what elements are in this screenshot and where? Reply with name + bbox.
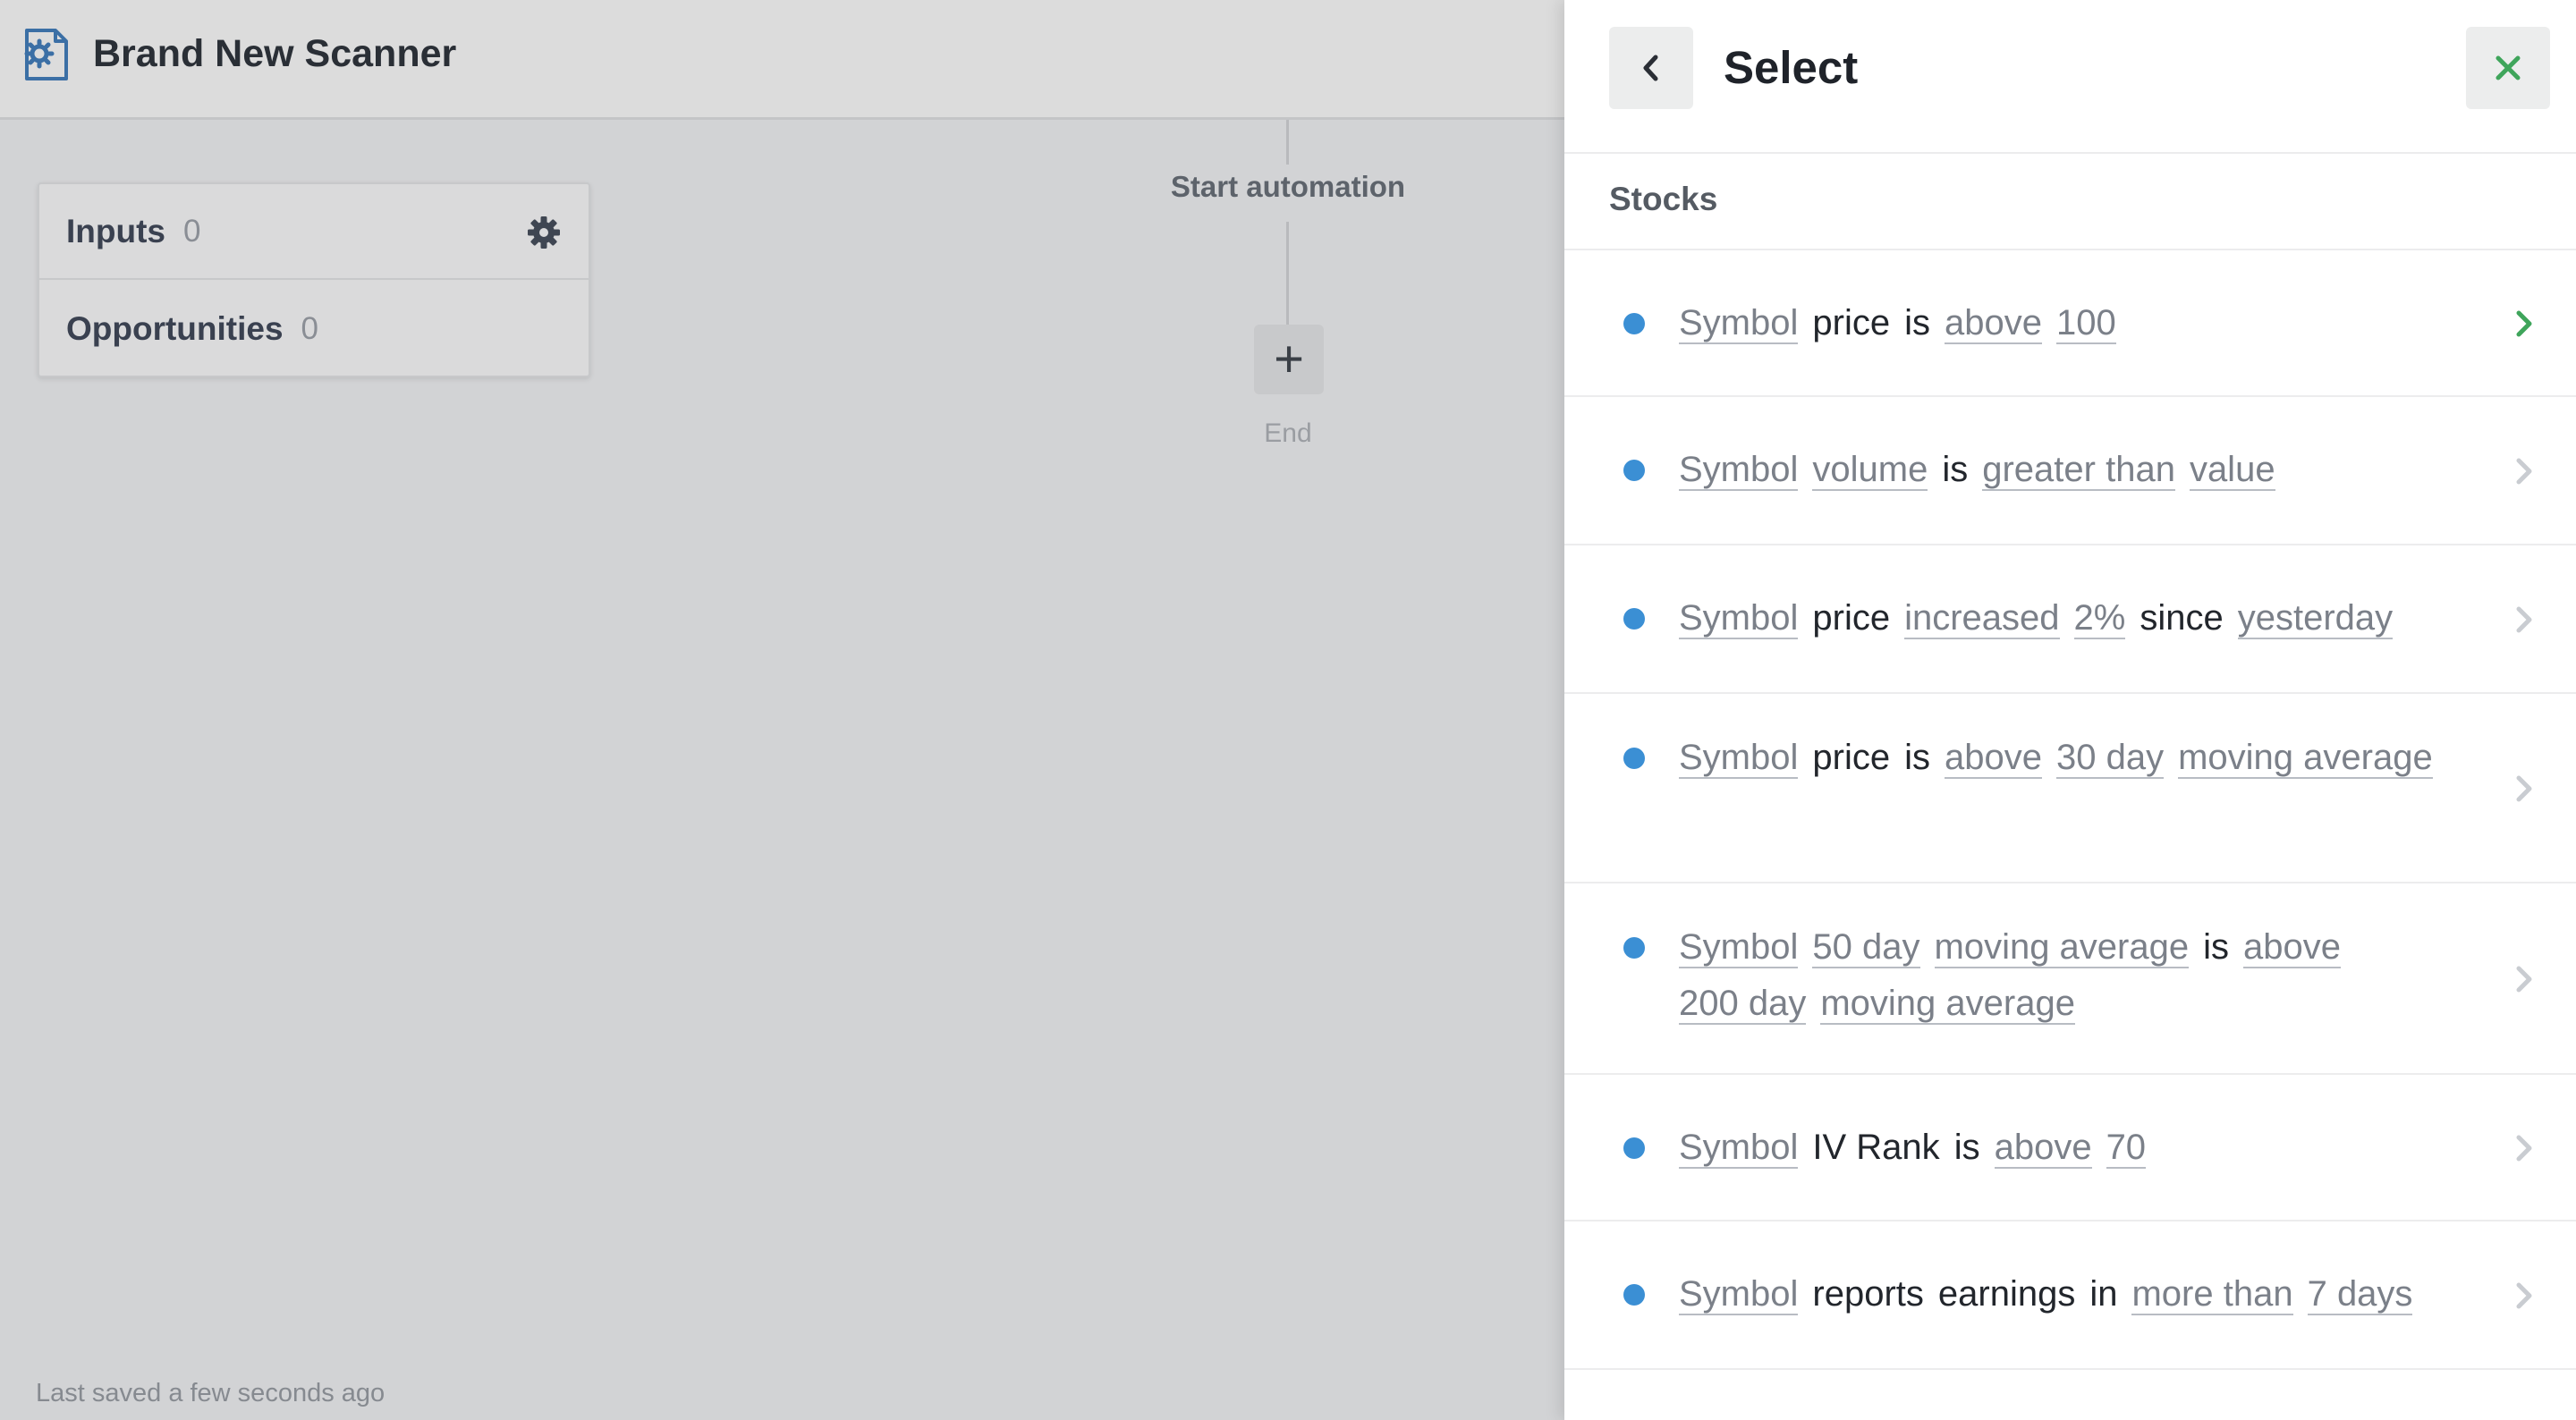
opportunities-row[interactable]: Opportunities 0	[39, 281, 589, 376]
flow-connector-middle	[1286, 222, 1289, 325]
condition-token: more than	[2131, 1274, 2293, 1315]
scanner-document-icon	[24, 29, 68, 80]
condition-token: above	[1944, 738, 2042, 779]
condition-token: moving average	[2178, 738, 2433, 779]
condition-keyword: is	[1904, 303, 1930, 342]
condition-item[interactable]: Symbol volume is greater than value	[1564, 397, 2576, 545]
condition-text: Symbol volume is greater than value	[1679, 442, 2469, 498]
scanner-title[interactable]: Brand New Scanner	[93, 30, 456, 77]
chevron-right-icon	[2516, 966, 2532, 993]
condition-keyword: since	[2140, 598, 2224, 638]
condition-keyword: is	[1904, 738, 1930, 777]
chevron-right-icon	[2516, 606, 2532, 633]
condition-token: 30 day	[2055, 738, 2165, 779]
last-saved-status: Last saved a few seconds ago	[36, 1379, 386, 1407]
bullet-dot-icon	[1623, 608, 1645, 630]
inputs-label: Inputs	[66, 212, 165, 249]
section-label-stocks: Stocks	[1609, 181, 1718, 217]
condition-token: 70	[2106, 1128, 2147, 1169]
opportunities-count: 0	[301, 310, 319, 346]
condition-token: 2%	[2073, 598, 2126, 639]
condition-text: Symbol price is above 30 day moving average	[1679, 730, 2469, 786]
condition-token: value	[2189, 450, 2275, 491]
condition-keyword: is	[1953, 1128, 1980, 1167]
inputs-row[interactable]: Inputs 0	[39, 184, 589, 280]
panel-header: Select	[1564, 0, 2576, 154]
condition-keyword: in	[2089, 1274, 2118, 1314]
flow-connector-top	[1286, 120, 1289, 165]
end-label: End	[1264, 418, 1312, 448]
condition-keyword: price	[1812, 598, 1891, 638]
condition-token: Symbol	[1679, 1274, 1799, 1315]
panel-title: Select	[1724, 42, 1859, 93]
condition-token: above	[1944, 303, 2042, 344]
add-step-button[interactable]: +	[1254, 325, 1324, 394]
condition-item[interactable]: Symbol 50 day moving average is above 200 day…	[1564, 883, 2576, 1075]
condition-text: Symbol price is above 100	[1679, 295, 2469, 351]
close-button[interactable]	[2466, 27, 2550, 109]
back-button[interactable]	[1609, 27, 1693, 109]
condition-token: above	[2243, 927, 2341, 968]
bullet-dot-icon	[1623, 313, 1645, 334]
condition-token: 7 days	[2307, 1274, 2413, 1315]
condition-keyword: is	[1942, 450, 1969, 489]
bullet-dot-icon	[1623, 748, 1645, 769]
bullet-dot-icon	[1623, 1137, 1645, 1159]
condition-keyword: is	[2203, 927, 2229, 967]
select-panel: Select Stocks Symbol price is above 100 Symbo…	[1564, 0, 2576, 1420]
condition-token: increased	[1904, 598, 2060, 639]
condition-token: Symbol	[1679, 1128, 1799, 1169]
condition-token: yesterday	[2237, 598, 2394, 639]
condition-token: Symbol	[1679, 598, 1799, 639]
chevron-left-icon	[1643, 55, 1658, 81]
condition-item[interactable]: Symbol price increased 2% since yesterday	[1564, 545, 2576, 694]
condition-token: 200 day	[1679, 984, 1807, 1025]
condition-token: Symbol	[1679, 450, 1799, 491]
condition-token: 50 day	[1812, 927, 1920, 968]
condition-text: Symbol price increased 2% since yesterday	[1679, 590, 2469, 647]
bullet-dot-icon	[1623, 1284, 1645, 1306]
scanner-canvas: Brand New Scanner Inputs 0 Opportunities…	[0, 0, 1564, 1420]
close-icon	[2496, 55, 2521, 80]
chevron-right-icon	[2516, 458, 2532, 485]
chevron-right-icon	[2516, 775, 2532, 802]
condition-token: moving average	[1820, 984, 2075, 1025]
condition-token: moving average	[1934, 927, 2190, 968]
condition-item[interactable]: Symbol price is above 30 day moving average	[1564, 694, 2576, 883]
inputs-count: 0	[182, 213, 201, 249]
gear-icon[interactable]	[526, 215, 562, 250]
condition-keyword: price	[1812, 303, 1891, 342]
io-card: Inputs 0 Opportunities 0	[38, 182, 590, 377]
condition-token: greater than	[1982, 450, 2175, 491]
start-automation-label: Start automation	[1170, 170, 1406, 203]
condition-text: Symbol 50 day moving average is above 200 day…	[1679, 919, 2469, 1032]
condition-token: volume	[1812, 450, 1928, 491]
bullet-dot-icon	[1623, 937, 1645, 959]
condition-item[interactable]: Symbol price is above 100	[1564, 250, 2576, 397]
condition-list: Symbol price is above 100 Symbol volume is great…	[1564, 250, 2576, 1370]
condition-keyword: IV Rank	[1812, 1128, 1940, 1167]
condition-keyword: price	[1812, 738, 1891, 777]
condition-token: above	[1994, 1128, 2092, 1169]
condition-text: Symbol IV Rank is above 70	[1679, 1120, 2469, 1176]
condition-keyword: earnings	[1937, 1274, 2076, 1314]
condition-token: Symbol	[1679, 738, 1799, 779]
condition-token: Symbol	[1679, 927, 1799, 968]
chevron-right-icon	[2516, 310, 2532, 337]
chevron-right-icon	[2516, 1282, 2532, 1309]
condition-item[interactable]: Symbol reports earnings in more than 7 days	[1564, 1221, 2576, 1370]
condition-token: Symbol	[1679, 303, 1799, 344]
chevron-right-icon	[2516, 1135, 2532, 1162]
condition-keyword: reports	[1812, 1274, 1924, 1314]
condition-item[interactable]: Symbol IV Rank is above 70	[1564, 1075, 2576, 1221]
bullet-dot-icon	[1623, 460, 1645, 481]
condition-text: Symbol reports earnings in more than 7 days	[1679, 1266, 2469, 1323]
app-header: Brand New Scanner	[0, 0, 1564, 120]
condition-token: 100	[2055, 303, 2116, 344]
opportunities-label: Opportunities	[66, 309, 284, 347]
